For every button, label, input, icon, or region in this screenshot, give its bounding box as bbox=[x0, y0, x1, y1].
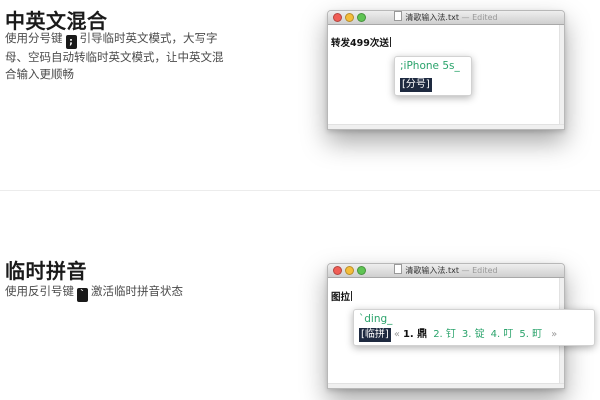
candidate-row: [临拼] «1. 鼎 2. 钉 3. 锭 4. 叮 5. 町 » bbox=[359, 325, 589, 342]
composition-text: ;iPhone 5s_ bbox=[400, 60, 460, 72]
desc-text: 合输入更顺畅 bbox=[5, 67, 74, 81]
next-page-icon[interactable]: » bbox=[551, 329, 557, 340]
vertical-scrollbar[interactable] bbox=[559, 25, 564, 129]
document-icon bbox=[394, 264, 403, 274]
document-text[interactable]: 图拉 bbox=[331, 289, 353, 303]
mode-tag: [临拼] bbox=[359, 328, 391, 342]
window-filename: 清歌输入法.txt bbox=[405, 266, 459, 275]
horizontal-scrollbar[interactable] bbox=[328, 124, 564, 129]
backtick-key-icon: ` bbox=[77, 288, 88, 302]
desc-text: 激活临时拼音状态 bbox=[91, 284, 183, 298]
semicolon-key-icon: ; bbox=[65, 35, 77, 49]
desc-text: 使用反引号键 bbox=[5, 284, 74, 298]
ime-candidate-box: `ding_ [临拼] «1. 鼎 2. 钉 3. 锭 4. 叮 5. 町 » bbox=[353, 309, 595, 346]
desc-text: 母、空码自动转临时英文模式，让中英文混 bbox=[5, 50, 224, 64]
candidate-item[interactable]: 3. 锭 bbox=[462, 329, 485, 340]
text-caret bbox=[351, 291, 353, 301]
candidate-item[interactable]: 4. 叮 bbox=[491, 329, 514, 340]
section-title: 临时拼音 bbox=[5, 259, 87, 283]
feature-temp-pinyin: 临时拼音 使用反引号键 ` 激活临时拼音状态 清歌输入法.txt — Edited … bbox=[0, 250, 600, 400]
edited-status: — Edited bbox=[461, 266, 498, 275]
typed-text: 图拉 bbox=[331, 292, 351, 303]
desc-text: 使用分号键 bbox=[5, 31, 63, 45]
window-title: 清歌输入法.txt — Edited bbox=[328, 264, 564, 277]
desc-text: 引导临时英文模式，大写字 bbox=[79, 31, 218, 45]
text-caret bbox=[389, 37, 391, 47]
horizontal-scrollbar[interactable] bbox=[328, 383, 564, 388]
composition-text: `ding_ bbox=[359, 313, 393, 325]
prev-page-icon[interactable]: « bbox=[394, 329, 400, 340]
edited-status: — Edited bbox=[461, 13, 498, 22]
document-text[interactable]: 转发499次送 bbox=[331, 35, 391, 49]
ime-candidate-box: ;iPhone 5s_ [分号] bbox=[394, 56, 472, 96]
window-titlebar[interactable]: 清歌输入法.txt — Edited bbox=[328, 264, 564, 278]
candidate-item[interactable]: 5. 町 bbox=[519, 329, 542, 340]
section-description: 使用反引号键 ` 激活临时拼音状态 bbox=[5, 283, 265, 302]
typed-text: 转发499次送 bbox=[331, 38, 389, 49]
window-title: 清歌输入法.txt — Edited bbox=[328, 11, 564, 24]
candidate-item[interactable]: 2. 钉 bbox=[433, 329, 456, 340]
window-titlebar[interactable]: 清歌输入法.txt — Edited bbox=[328, 11, 564, 25]
section-description: 使用分号键; 引导临时英文模式，大写字 母、空码自动转临时英文模式，让中英文混 合… bbox=[5, 30, 265, 83]
candidate-item[interactable]: 1. 鼎 bbox=[403, 329, 427, 340]
feature-mixed-input: 中英文混合 使用分号键; 引导临时英文模式，大写字 母、空码自动转临时英文模式，让… bbox=[0, 0, 600, 190]
section-divider bbox=[0, 190, 600, 191]
window-filename: 清歌输入法.txt bbox=[405, 13, 459, 22]
document-icon bbox=[394, 11, 403, 21]
mode-tag: [分号] bbox=[400, 78, 432, 92]
